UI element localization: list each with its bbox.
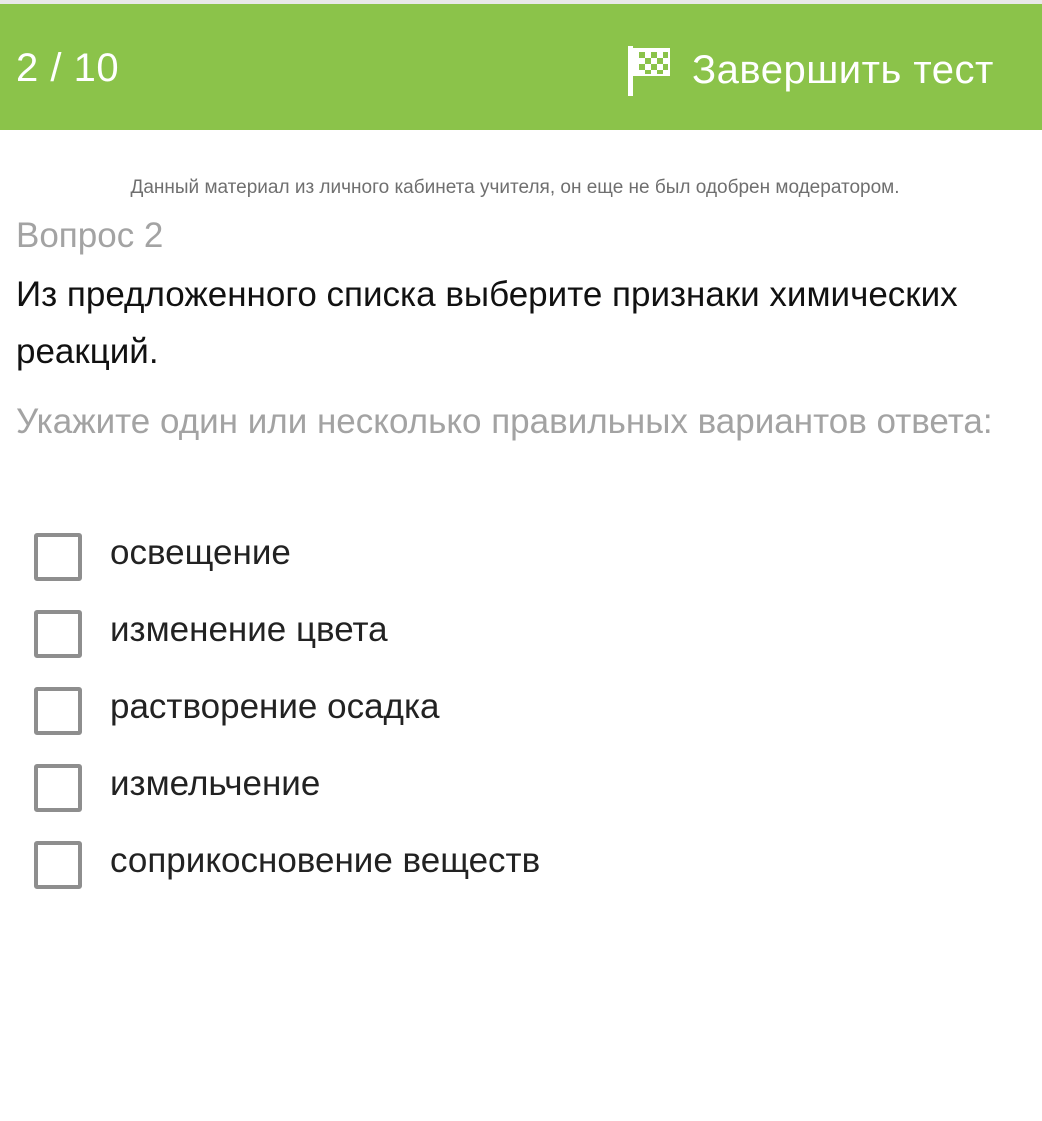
answer-instruction: Укажите один или несколько правильных ва… [16,402,993,441]
finish-test-button[interactable]: Завершить тест [626,42,994,98]
option-label: соприкосновение веществ [110,841,541,880]
question-number: Вопрос 2 [16,216,164,255]
question-text: Из предложенного списка выберите признак… [16,275,958,371]
option-label: растворение осадка [110,687,440,726]
question-counter: 2 / 10 [16,46,120,90]
checkered-flag-icon [626,42,672,98]
answer-option[interactable]: растворение осадка [34,682,994,759]
option-checkbox[interactable] [34,764,82,812]
answer-option[interactable]: соприкосновение веществ [34,836,994,913]
finish-test-label: Завершить тест [692,48,994,92]
option-label: измельчение [110,764,321,803]
option-checkbox[interactable] [34,610,82,658]
answer-options: освещение изменение цвета растворение ос… [34,528,994,913]
option-checkbox[interactable] [34,533,82,581]
answer-option[interactable]: изменение цвета [34,605,994,682]
option-label: изменение цвета [110,610,388,649]
answer-option[interactable]: освещение [34,528,994,605]
option-label: освещение [110,533,291,572]
moderation-notice: Данный материал из личного кабинета учит… [130,177,900,198]
answer-option[interactable]: измельчение [34,759,994,836]
option-checkbox[interactable] [34,687,82,735]
option-checkbox[interactable] [34,841,82,889]
test-header: 2 / 10 Завершить тест [0,4,1042,130]
